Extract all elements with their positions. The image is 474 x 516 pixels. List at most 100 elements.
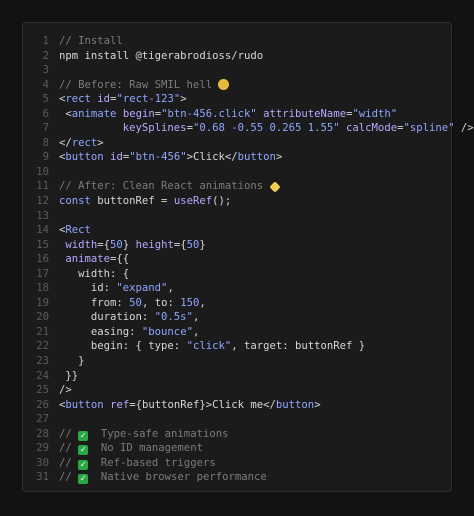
line-number: 23 bbox=[36, 355, 49, 368]
code-text: id: "expand", bbox=[49, 281, 174, 296]
code-line: 13 bbox=[23, 209, 451, 224]
code-token: 50 bbox=[129, 296, 142, 309]
code-token: ={{ bbox=[110, 253, 130, 266]
code-text: begin: { type: "click", target: buttonRe… bbox=[49, 339, 365, 354]
code-line: 14 <Rect bbox=[23, 223, 451, 238]
code-token: id bbox=[110, 151, 123, 164]
code-token: , bbox=[199, 296, 206, 309]
code-token: keySplines bbox=[122, 122, 187, 135]
code-line: 8 </rect> bbox=[23, 136, 451, 151]
code-token: ={ bbox=[97, 238, 111, 251]
code-line: 4 // Before: Raw SMIL hell bbox=[23, 78, 451, 93]
code-line: 12 const buttonRef = useRef(); bbox=[23, 194, 451, 209]
code-line: 3 bbox=[23, 63, 451, 78]
code-text: const buttonRef = useRef(); bbox=[49, 194, 231, 209]
code-line: 15 width={50} height={50} bbox=[23, 238, 451, 253]
code-token: , bbox=[192, 325, 200, 338]
line-number: 3 bbox=[42, 64, 49, 77]
code-line: 31// ✓ Native browser performance bbox=[23, 470, 451, 485]
code-token: (); bbox=[212, 195, 232, 208]
code-block: 1 // Install 2 npm install @tigerabrodioss/… bbox=[23, 34, 474, 485]
line-number: 27 bbox=[36, 413, 49, 426]
code-text: <rect id="rect-123"> bbox=[49, 92, 187, 107]
code-token: "0.5s" bbox=[154, 311, 193, 324]
code-token: button bbox=[275, 398, 315, 411]
line-number: 30 bbox=[36, 456, 49, 469]
code-line: 27 bbox=[23, 412, 451, 427]
code-token: const bbox=[59, 195, 91, 208]
line-number: 13 bbox=[36, 209, 49, 222]
code-token: > bbox=[180, 93, 187, 106]
code-line: 10 bbox=[23, 165, 451, 180]
code-token: } bbox=[122, 238, 136, 251]
code-line: 28// ✓ Type-safe animations bbox=[23, 427, 451, 442]
code-token: easing: bbox=[59, 325, 142, 338]
line-number: 20 bbox=[36, 311, 49, 324]
code-token: attributeName bbox=[263, 107, 347, 120]
code-token: , bbox=[192, 311, 200, 324]
code-line: 25 /> bbox=[23, 383, 451, 398]
code-token: width bbox=[65, 238, 98, 251]
code-token: Rect bbox=[65, 224, 91, 237]
code-token: // After: Clean React animations bbox=[59, 180, 270, 193]
code-token: No ID management bbox=[88, 442, 203, 455]
line-number: 4 bbox=[42, 78, 49, 91]
code-token: animate bbox=[71, 107, 117, 120]
line-number: 8 bbox=[42, 136, 49, 149]
line-number: 10 bbox=[36, 165, 49, 178]
line-number: 11 bbox=[36, 180, 49, 193]
line-number: 12 bbox=[36, 195, 49, 208]
code-token: < bbox=[59, 107, 72, 120]
code-text: keySplines="0.68 -0.55 0.265 1.55" calcM… bbox=[49, 121, 474, 136]
code-text: }} bbox=[49, 369, 78, 384]
code-token: from: bbox=[59, 296, 130, 309]
code-token: , target: buttonRef } bbox=[231, 340, 366, 353]
code-token: , bbox=[167, 282, 174, 295]
code-token: // bbox=[59, 442, 79, 455]
code-line: 23 } bbox=[23, 354, 451, 369]
line-number: 28 bbox=[36, 427, 49, 440]
code-text: // ✓ Ref-based triggers bbox=[49, 456, 216, 471]
code-token: rect bbox=[65, 93, 91, 106]
line-number: 7 bbox=[42, 122, 49, 135]
code-text: /> bbox=[49, 383, 72, 398]
code-text: <button id="btn-456">Click</button> bbox=[49, 150, 282, 165]
code-token: id bbox=[97, 93, 111, 106]
code-text: <animate begin="btn-456.click" attribute… bbox=[49, 107, 397, 122]
code-token: }} bbox=[59, 369, 79, 382]
code-token: calcMode bbox=[346, 122, 398, 135]
line-number: 17 bbox=[36, 267, 49, 280]
line-number: 15 bbox=[36, 238, 49, 251]
code-token: "click" bbox=[186, 340, 232, 353]
code-line: 30// ✓ Ref-based triggers bbox=[23, 456, 451, 471]
code-token: // bbox=[59, 456, 79, 469]
code-line: 5 <rect id="rect-123"> bbox=[23, 92, 451, 107]
code-token: buttonRef = bbox=[90, 195, 174, 208]
code-token: 50 bbox=[110, 238, 123, 251]
code-text: } bbox=[49, 354, 84, 369]
code-text: animate={{ bbox=[49, 252, 129, 267]
line-number: 22 bbox=[36, 340, 49, 353]
code-token: >Click</ bbox=[186, 151, 238, 164]
code-line: 24 }} bbox=[23, 369, 451, 384]
line-number: 1 bbox=[42, 35, 49, 47]
line-number: 9 bbox=[42, 151, 49, 164]
code-token: "spline" bbox=[403, 122, 455, 135]
code-token: height bbox=[135, 238, 174, 251]
code-line: 29// ✓ No ID management bbox=[23, 441, 451, 456]
code-token: button bbox=[65, 398, 104, 411]
code-token: // Install bbox=[59, 35, 123, 47]
code-text: from: 50, to: 150, bbox=[49, 296, 206, 311]
code-line: 6 <animate begin="btn-456.click" attribu… bbox=[23, 107, 451, 122]
code-line: 11 // After: Clean React animations bbox=[23, 179, 451, 194]
line-number: 2 bbox=[42, 49, 49, 62]
code-token: > bbox=[97, 136, 104, 149]
check-mark-icon: ✓ bbox=[78, 474, 89, 485]
code-token: id: bbox=[59, 282, 117, 295]
code-text: width={50} height={50} bbox=[49, 238, 205, 253]
code-line: 9 <button id="btn-456">Click</button> bbox=[23, 150, 451, 165]
line-number: 14 bbox=[36, 224, 49, 237]
code-line: 7 keySplines="0.68 -0.55 0.265 1.55" cal… bbox=[23, 121, 474, 136]
code-text: </rect> bbox=[49, 136, 104, 151]
